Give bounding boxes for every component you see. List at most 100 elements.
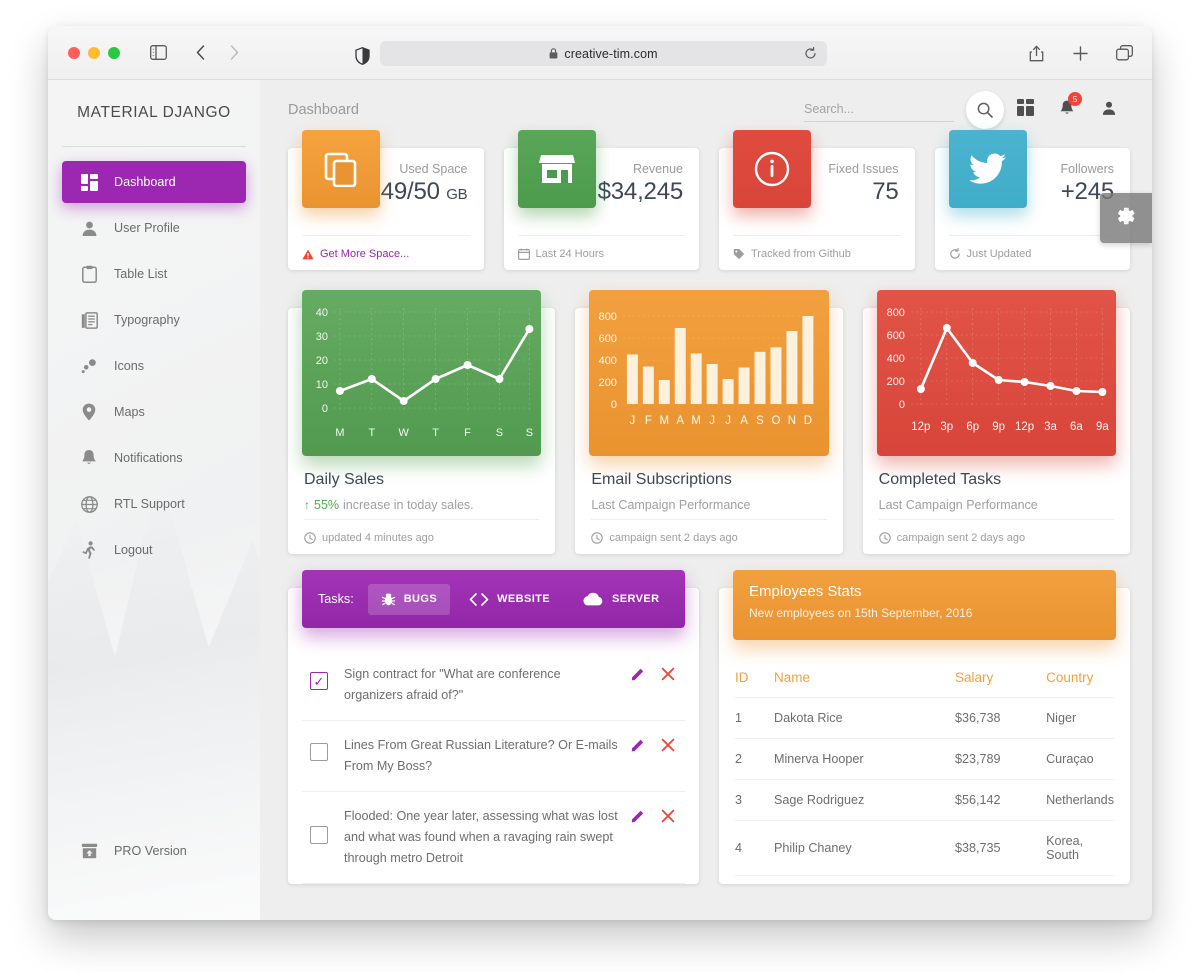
divider [304, 519, 540, 520]
pencil-icon[interactable] [631, 809, 645, 828]
share-icon[interactable] [1022, 40, 1050, 66]
twitter-icon [948, 130, 1027, 208]
sidebar-item-label: PRO Version [114, 844, 187, 858]
svg-text:N: N [788, 415, 796, 427]
task-actions [631, 806, 685, 828]
tab-overview-icon[interactable] [1110, 40, 1138, 66]
person-icon [1101, 100, 1117, 121]
task-checkbox[interactable] [310, 743, 328, 761]
cloud-icon [582, 592, 604, 606]
svg-text:W: W [399, 427, 410, 439]
shield-icon[interactable] [348, 43, 376, 69]
stat-card-used-space: Used Space 49/50 GB Get More Space... [288, 130, 484, 270]
cell-id: 1 [735, 697, 775, 739]
pencil-icon[interactable] [631, 667, 645, 686]
svg-text:F: F [464, 427, 471, 439]
task-text: Flooded: One year later, assessing what … [344, 809, 618, 865]
task-actions [631, 735, 685, 757]
tab-bugs[interactable]: BUGS [367, 583, 451, 615]
search-input[interactable] [804, 98, 954, 122]
sidebar-item-pro-version[interactable]: PRO Version [62, 830, 246, 872]
browser-forward-button[interactable] [220, 40, 248, 66]
sidebar-item-logout[interactable]: Logout [62, 529, 246, 571]
employees-subtitle: New employees on 15th September, 2016 [749, 606, 973, 620]
bottom-row: Tasks: BUGS WEBSITE SERVER ✓ Sign contra… [288, 570, 1130, 884]
sidebar-item-table-list[interactable]: Table List [62, 253, 246, 295]
chart-footer: updated 4 minutes ago [304, 532, 434, 544]
svg-text:600: 600 [599, 333, 617, 345]
column-header-id: ID [735, 664, 775, 698]
sidebar-item-user-profile[interactable]: User Profile [62, 207, 246, 249]
stat-footer: Just Updated [949, 248, 1031, 260]
maximize-window-button[interactable] [108, 46, 120, 59]
close-icon[interactable] [661, 738, 675, 757]
url-bar[interactable]: creative-tim.com [380, 41, 827, 66]
sidebar-item-maps[interactable]: Maps [62, 391, 246, 433]
chart-subtitle: Last Campaign Performance [591, 498, 751, 512]
sidebar-item-label: Typography [114, 313, 180, 327]
tab-website[interactable]: WEBSITE [456, 585, 563, 614]
sidebar-item-rtl-support[interactable]: RTL Support [62, 483, 246, 525]
close-icon[interactable] [661, 809, 675, 828]
search-button[interactable] [966, 91, 1004, 129]
chart-title: Daily Sales [304, 471, 385, 488]
chart-footer-text: updated 4 minutes ago [322, 532, 434, 544]
browser-back-button[interactable] [186, 40, 214, 66]
close-icon[interactable] [661, 667, 675, 686]
close-window-button[interactable] [68, 46, 80, 59]
cell-name: Sage Rodriguez [774, 779, 955, 821]
svg-text:9p: 9p [992, 421, 1005, 433]
search-icon [977, 102, 993, 118]
main-content: Dashboard 5 [260, 80, 1152, 920]
minimize-window-button[interactable] [88, 46, 100, 59]
sidebar-item-typography[interactable]: Typography [62, 299, 246, 341]
stat-number: 49/50 [380, 178, 440, 205]
task-row: Flooded: One year later, assessing what … [302, 792, 685, 884]
svg-text:12p: 12p [911, 421, 930, 433]
sidebar-item-icons[interactable]: Icons [62, 345, 246, 387]
bubbles-icon [76, 358, 102, 375]
browser-titlebar: creative-tim.com [48, 26, 1152, 80]
sidebar-item-label: Logout [114, 543, 153, 557]
task-checkbox[interactable] [310, 672, 328, 690]
svg-text:S: S [526, 427, 533, 439]
divider [878, 519, 1114, 520]
sidebar-item-label: Dashboard [114, 175, 176, 189]
settings-button[interactable] [1100, 193, 1152, 243]
chart-footer: campaign sent 2 days ago [591, 532, 738, 544]
sidebar-toggle-icon[interactable] [144, 40, 172, 66]
svg-text:12p: 12p [1015, 421, 1034, 433]
cell-salary: $56,142 [954, 779, 1047, 821]
svg-text:F: F [645, 415, 652, 427]
chart-footer-text: campaign sent 2 days ago [896, 532, 1026, 544]
cell-name: Minerva Hooper [774, 738, 955, 780]
svg-text:20: 20 [316, 355, 328, 367]
stat-footer-link[interactable]: Get More Space... [302, 248, 409, 260]
divider [733, 235, 901, 236]
cell-salary: $23,789 [954, 738, 1047, 780]
notifications-button[interactable]: 5 [1046, 91, 1088, 129]
dashboard-content: Used Space 49/50 GB Get More Space... Re… [260, 130, 1152, 884]
sidebar-item-dashboard[interactable]: Dashboard [62, 161, 246, 203]
clipboard-icon [76, 265, 102, 283]
plus-icon[interactable] [1066, 40, 1094, 66]
stat-footer-text: Tracked from Github [751, 248, 851, 260]
svg-text:M: M [692, 415, 702, 427]
svg-text:800: 800 [886, 307, 904, 319]
task-checkbox[interactable] [310, 826, 328, 844]
svg-text:10: 10 [316, 379, 328, 391]
svg-text:S: S [757, 415, 765, 427]
reload-icon[interactable] [804, 47, 817, 60]
column-header-salary: Salary [954, 664, 1047, 698]
daily-sales-chart: 40 30 20 10 0 M T W T F S S [302, 290, 542, 456]
chart-subtitle: Last Campaign Performance [878, 498, 1038, 512]
pencil-icon[interactable] [631, 738, 645, 757]
tab-server[interactable]: SERVER [569, 584, 672, 614]
svg-text:600: 600 [886, 330, 904, 342]
clock-icon [591, 532, 604, 544]
sidebar-item-notifications[interactable]: Notifications [62, 437, 246, 479]
warning-icon [302, 249, 314, 260]
account-button[interactable] [1088, 91, 1130, 129]
apps-grid-button[interactable] [1004, 91, 1046, 129]
dashboard-grid-icon [76, 173, 102, 191]
